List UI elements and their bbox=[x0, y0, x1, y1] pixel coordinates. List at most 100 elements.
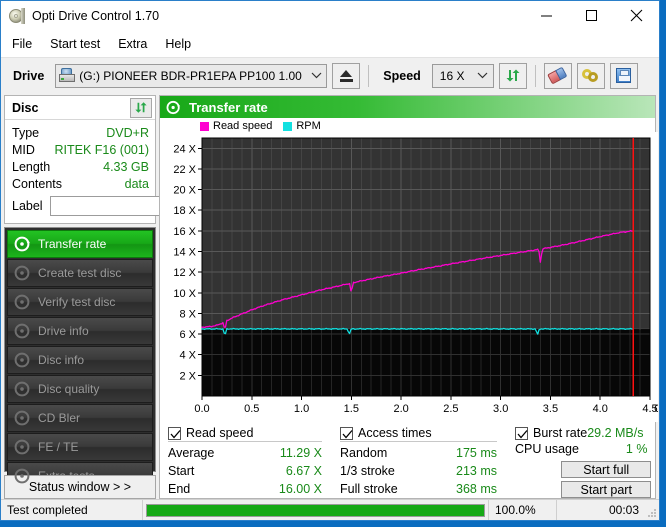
sidebar-item-verify-test-disc[interactable]: Verify test disc bbox=[7, 288, 153, 316]
stat-key: CPU usage bbox=[515, 442, 579, 457]
refresh-icon bbox=[506, 69, 520, 82]
chevron-down-icon bbox=[473, 72, 493, 79]
disc-icon bbox=[14, 352, 32, 368]
svg-text:0.5: 0.5 bbox=[244, 403, 259, 415]
eraser-icon bbox=[547, 66, 568, 85]
burst-rate-stats: Burst rate 29.2 MB/s CPU usage 1 % Start… bbox=[515, 426, 652, 498]
sidebar-item-disc-quality[interactable]: Disc quality bbox=[7, 375, 153, 403]
chevron-down-icon bbox=[306, 72, 326, 79]
sidebar-item-drive-info[interactable]: Drive info bbox=[7, 317, 153, 345]
stat-key: End bbox=[168, 482, 191, 496]
title-bar: Opti Drive Control 1.70 bbox=[1, 1, 659, 31]
svg-text:12 X: 12 X bbox=[173, 267, 196, 279]
svg-text:10 X: 10 X bbox=[173, 288, 196, 300]
stat-key: 1/3 stroke bbox=[340, 464, 395, 478]
refresh-button[interactable] bbox=[498, 62, 527, 89]
start-full-button[interactable]: Start full bbox=[561, 461, 652, 479]
application-window: Opti Drive Control 1.70 File Start test … bbox=[0, 0, 660, 521]
progress-percent: 100.0% bbox=[489, 500, 557, 520]
menu-item-file[interactable]: File bbox=[9, 34, 41, 54]
start-part-button[interactable]: Start part bbox=[561, 481, 652, 498]
save-button[interactable] bbox=[609, 62, 638, 89]
sidebar-item-label: Disc quality bbox=[38, 382, 100, 396]
stat-row-random: Random 175 ms bbox=[340, 444, 515, 462]
disc-icon bbox=[14, 294, 32, 310]
disc-panel-header: Disc bbox=[5, 96, 155, 120]
svg-text:3.0: 3.0 bbox=[493, 403, 508, 415]
read-speed-checkbox[interactable] bbox=[168, 426, 181, 440]
menu-item-help[interactable]: Help bbox=[162, 34, 200, 54]
panel-header: Transfer rate bbox=[160, 96, 655, 118]
read-speed-stats: Read speed Average 11.29 X Start 6.67 X … bbox=[168, 426, 340, 498]
stat-key: Average bbox=[168, 446, 215, 460]
sidebar-item-disc-info[interactable]: Disc info bbox=[7, 346, 153, 374]
sidebar-item-cd-bler[interactable]: CD Bler bbox=[7, 404, 153, 432]
drive-select-value: (G:) PIONEER BDR-PR1EPA PP100 1.00 bbox=[79, 68, 302, 83]
disc-icon bbox=[14, 265, 32, 281]
burst-rate-checkbox[interactable] bbox=[515, 426, 528, 440]
chain-link-icon bbox=[582, 68, 599, 83]
stat-value: 213 ms bbox=[456, 464, 497, 478]
access-times-checkbox[interactable] bbox=[340, 426, 353, 440]
svg-text:20 X: 20 X bbox=[173, 185, 196, 197]
drive-select[interactable]: (G:) PIONEER BDR-PR1EPA PP100 1.00 bbox=[55, 63, 328, 88]
window-controls bbox=[524, 1, 659, 31]
progress-track bbox=[146, 503, 485, 517]
sidebar-item-fe-te[interactable]: FE / TE bbox=[7, 433, 153, 461]
menu-item-extra[interactable]: Extra bbox=[115, 34, 156, 54]
legend-swatch-rpm bbox=[283, 121, 293, 131]
disc-row-contents-value: data bbox=[124, 176, 149, 191]
resize-grip-icon[interactable] bbox=[645, 500, 659, 520]
transfer-rate-panel: Transfer rate Read speed RPM 2 X 4 X 6 X 8 … bbox=[159, 95, 658, 499]
disc-row-length: Length 4.33 GB bbox=[12, 158, 149, 175]
disc-label-key: Label bbox=[12, 199, 43, 213]
disc-row-type-value: DVD+R bbox=[106, 125, 149, 140]
speed-select[interactable]: 16 X bbox=[431, 63, 494, 88]
sidebar-item-transfer-rate[interactable]: Transfer rate bbox=[7, 230, 153, 258]
disc-row-contents-key: Contents bbox=[12, 176, 63, 191]
disc-row-mid-value: RITEK F16 (001) bbox=[54, 142, 149, 157]
erase-button[interactable] bbox=[543, 62, 572, 89]
menu-item-start-test[interactable]: Start test bbox=[47, 34, 109, 54]
disc-label-row: Label bbox=[12, 194, 261, 218]
drive-toolbar: Drive (G:) PIONEER BDR-PR1EPA PP100 1.00… bbox=[1, 57, 659, 93]
svg-text:24 X: 24 X bbox=[173, 143, 196, 155]
sidebar-item-create-test-disc[interactable]: Create test disc bbox=[7, 259, 153, 287]
disc-icon bbox=[14, 439, 32, 455]
speed-label: Speed bbox=[383, 68, 421, 83]
svg-text:4.0: 4.0 bbox=[593, 403, 608, 415]
disc-info-rows: Type DVD+R MID RITEK F16 (001) Length 4.… bbox=[5, 120, 261, 223]
progress-fill bbox=[147, 504, 484, 516]
legend-swatch-read-speed bbox=[200, 121, 209, 131]
burst-rate-header: Burst rate 29.2 MB/s bbox=[515, 426, 651, 440]
close-icon[interactable] bbox=[614, 1, 659, 31]
burst-rate-value: 29.2 MB/s bbox=[587, 426, 644, 441]
sidebar-item-label: Verify test disc bbox=[38, 295, 116, 309]
disc-row-length-value: 4.33 GB bbox=[103, 159, 149, 174]
speed-select-value: 16 X bbox=[439, 68, 465, 83]
maximize-icon[interactable] bbox=[569, 1, 614, 31]
optical-drive-icon bbox=[59, 68, 76, 83]
disc-panel-title: Disc bbox=[12, 100, 39, 115]
stat-key: Random bbox=[340, 446, 388, 460]
access-times-stats: Access times Random 175 ms 1/3 stroke 21… bbox=[340, 426, 515, 498]
chain-button[interactable] bbox=[576, 62, 605, 89]
sidebar-item-label: Transfer rate bbox=[38, 237, 107, 251]
stats-area: Read speed Average 11.29 X Start 6.67 X … bbox=[160, 422, 655, 498]
disc-icon bbox=[14, 468, 32, 484]
sidebar-item-label: Create test disc bbox=[38, 266, 122, 280]
toolbar-divider-2 bbox=[534, 64, 536, 87]
svg-text:3.5: 3.5 bbox=[543, 403, 558, 415]
stat-value: 6.67 X bbox=[285, 464, 322, 478]
svg-text:2.0: 2.0 bbox=[393, 403, 408, 415]
status-message: Test completed bbox=[1, 500, 143, 520]
floppy-save-icon bbox=[616, 68, 632, 83]
disc-refresh-button[interactable] bbox=[130, 97, 152, 118]
minimize-icon[interactable] bbox=[524, 1, 569, 31]
stat-value: 1 % bbox=[625, 442, 648, 457]
eject-button[interactable] bbox=[332, 62, 361, 89]
svg-text:2.5: 2.5 bbox=[443, 403, 458, 415]
progress-bar bbox=[143, 500, 489, 520]
legend-label-rpm: RPM bbox=[296, 120, 321, 132]
disc-row-length-key: Length bbox=[12, 159, 51, 174]
